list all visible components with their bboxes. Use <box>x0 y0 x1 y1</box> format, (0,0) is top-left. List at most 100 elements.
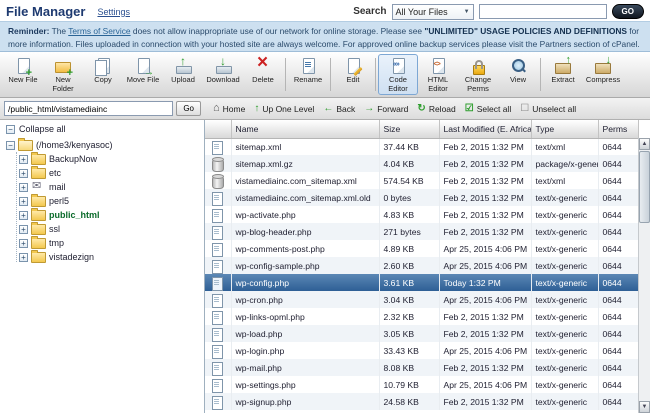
nav-reload[interactable]: ↻ Reload <box>417 103 455 114</box>
tree-item-label: (/home3/kenyasoc) <box>36 140 113 150</box>
toolbar-button-rename[interactable]: Rename <box>288 54 328 95</box>
cell-size: 33.43 KB <box>379 342 440 359</box>
file-row-wp-activate.php[interactable]: wp-activate.php 4.83 KB Feb 2, 2015 1:32 P… <box>205 206 639 223</box>
file-row-vistamediainc.com_sitemap.xml[interactable]: vistamediainc.com_sitemap.xml 574.54 KB Fe… <box>205 172 639 189</box>
expander-icon[interactable]: + <box>19 238 28 248</box>
cell-type: text/x-generic <box>531 393 599 410</box>
toolbar-separator <box>540 58 541 91</box>
file-row-wp-login.php[interactable]: wp-login.php 33.43 KB Apr 25, 2015 4:06 PM… <box>205 342 639 359</box>
back-icon: ← <box>323 102 334 114</box>
expander-icon[interactable]: + <box>19 154 28 164</box>
file-row-wp-cron.php[interactable]: wp-cron.php 3.04 KB Apr 25, 2015 4:06 PM te… <box>205 291 639 308</box>
search-scope-select[interactable]: All Your Files ▼ <box>391 3 474 20</box>
expander-icon[interactable]: + <box>19 252 28 262</box>
tree-item-perl5[interactable]: + perl5 <box>6 193 202 208</box>
toolbar-button-edit[interactable]: Edit <box>333 54 373 95</box>
collapse-all-button[interactable]: − Collapse all <box>6 124 202 134</box>
file-table-header-row: NameSizeLast Modified (E. Africa S...Typ… <box>205 120 639 139</box>
search-go-button[interactable]: GO <box>611 4 644 19</box>
toolbar-button-new-file[interactable]: New File <box>3 54 43 95</box>
scroll-down-button[interactable]: ▼ <box>639 401 650 413</box>
expander-icon[interactable]: − <box>6 140 15 150</box>
view-icon <box>508 57 528 75</box>
file-row-wp-config-sample.php[interactable]: wp-config-sample.php 2.60 KB Apr 25, 2015 … <box>205 257 639 274</box>
tree-item-ssl[interactable]: + ssl <box>6 221 202 236</box>
cell-modified: Feb 2, 2015 1:32 PM <box>439 308 532 325</box>
expander-icon[interactable]: + <box>19 224 28 234</box>
usage-policy-text: "UNLIMITED" USAGE POLICIES AND DEFINITIO… <box>424 26 627 36</box>
nav-unselect-all[interactable]: ☐ Unselect all <box>520 103 576 114</box>
nav-select-all[interactable]: ☑ Select all <box>464 102 511 114</box>
cell-icon <box>205 240 232 257</box>
nav-back[interactable]: ← Back <box>323 102 355 114</box>
toolbar-button-upload[interactable]: Upload <box>163 54 203 95</box>
toolbar-label: Edit <box>346 75 360 84</box>
toolbar-label: Delete <box>252 75 274 84</box>
settings-link[interactable]: Settings <box>97 7 130 17</box>
toolbar-button-change-perms[interactable]: Change Perms <box>458 54 498 95</box>
file-row-vistamediainc.com_sitemap.xml.old[interactable]: vistamediainc.com_sitemap.xml.old 0 bytes… <box>205 189 639 206</box>
toolbar-button-view[interactable]: View <box>498 54 538 95</box>
toolbar-button-compress[interactable]: Compress <box>583 54 623 95</box>
toolbar-button-html-editor[interactable]: HTML Editor <box>418 54 458 95</box>
file-row-wp-load.php[interactable]: wp-load.php 3.05 KB Feb 2, 2015 1:32 PM tex… <box>205 325 639 342</box>
cell-name: wp-settings.php <box>231 376 380 393</box>
vertical-scrollbar[interactable]: ▲ ▼ <box>638 138 650 413</box>
tree-item-tmp[interactable]: + tmp <box>6 235 202 250</box>
nav-home[interactable]: ⌂ Home <box>213 103 245 114</box>
toolbar-button-code-editor[interactable]: Code Editor <box>378 54 418 95</box>
column-header-size[interactable]: Size <box>379 120 440 139</box>
toolbar-button-download[interactable]: Download <box>203 54 243 95</box>
cell-modified: Feb 2, 2015 1:32 PM <box>439 325 532 342</box>
cell-name: wp-comments-post.php <box>231 240 380 257</box>
toolbar-button-new-folder[interactable]: New Folder <box>43 54 83 95</box>
toolbar-button-move-file[interactable]: Move File <box>123 54 163 95</box>
sidebar: − Collapse all − (/home3/kenyasoc) + Backup… <box>0 120 205 413</box>
column-header-type[interactable]: Type <box>531 120 599 139</box>
tree-item-public-html[interactable]: + public_html <box>6 207 202 222</box>
file-row-wp-comments-post.php[interactable]: wp-comments-post.php 4.89 KB Apr 25, 2015 … <box>205 240 639 257</box>
forward-icon: → <box>364 102 375 114</box>
tree-item-backupnow[interactable]: + BackupNow <box>6 151 202 166</box>
file-row-wp-blog-header.php[interactable]: wp-blog-header.php 271 bytes Feb 2, 2015 1… <box>205 223 639 240</box>
scroll-up-button[interactable]: ▲ <box>639 138 650 150</box>
select-icon: ☑ <box>464 102 474 114</box>
toolbar-button-delete[interactable]: Delete <box>243 52 283 95</box>
file-row-wp-settings.php[interactable]: wp-settings.php 10.79 KB Apr 25, 2015 4:06… <box>205 376 639 393</box>
toolbar-button-copy[interactable]: Copy <box>83 54 123 95</box>
file-row-wp-links-opml.php[interactable]: wp-links-opml.php 2.32 KB Feb 2, 2015 1:32… <box>205 308 639 325</box>
expander-icon[interactable]: + <box>19 196 28 206</box>
tree-item-mail[interactable]: + mail <box>6 179 202 194</box>
path-go-button[interactable]: Go <box>176 101 201 116</box>
toolbar-label: Copy <box>94 75 112 84</box>
nav-forward[interactable]: → Forward <box>364 102 408 114</box>
column-header-perms[interactable]: Perms <box>598 120 639 139</box>
file-row-wp-mail.php[interactable]: wp-mail.php 8.08 KB Feb 2, 2015 1:32 PM tex… <box>205 359 639 376</box>
path-input[interactable] <box>4 101 174 116</box>
file-row-wp-config.php[interactable]: wp-config.php 3.61 KB Today 1:32 PM text/x-… <box>205 274 639 291</box>
column-header-name[interactable]: Name <box>231 120 380 139</box>
expander-icon[interactable]: + <box>19 182 28 192</box>
cell-perms: 0644 <box>598 172 639 189</box>
expander-icon[interactable]: + <box>19 210 28 220</box>
tree-item-root[interactable]: − (/home3/kenyasoc) <box>6 137 202 152</box>
tree-item-label: vistadezign <box>49 252 95 262</box>
expander-icon[interactable]: + <box>19 168 28 178</box>
terms-of-service-link[interactable]: Terms of Service <box>68 26 130 36</box>
file-row-sitemap.xml.gz[interactable]: sitemap.xml.gz 4.04 KB Feb 2, 2015 1:32 PM… <box>205 155 639 172</box>
file-row-wp-signup.php[interactable]: wp-signup.php 24.58 KB Feb 2, 2015 1:32 PM… <box>205 393 639 410</box>
scrollbar-thumb[interactable] <box>639 151 650 223</box>
tree-item-vistadezign[interactable]: + vistadezign <box>6 249 202 264</box>
column-header-last[interactable]: Last Modified (E. Africa S... <box>439 120 532 139</box>
toolbar-button-extract[interactable]: Extract <box>543 54 583 95</box>
path-input-group: Go <box>0 101 205 116</box>
toolbar-label: Extract <box>551 75 575 84</box>
file-icon <box>211 361 224 376</box>
cell-modified: Feb 2, 2015 1:32 PM <box>439 138 532 155</box>
cell-size: 4.83 KB <box>379 206 440 223</box>
nav-up-one-level[interactable]: ↑ Up One Level <box>254 103 314 114</box>
file-row-sitemap.xml[interactable]: sitemap.xml 37.44 KB Feb 2, 2015 1:32 PM te… <box>205 138 639 155</box>
cell-modified: Apr 25, 2015 4:06 PM <box>439 257 532 274</box>
search-input[interactable] <box>478 4 607 19</box>
cell-size: 3.04 KB <box>379 291 440 308</box>
